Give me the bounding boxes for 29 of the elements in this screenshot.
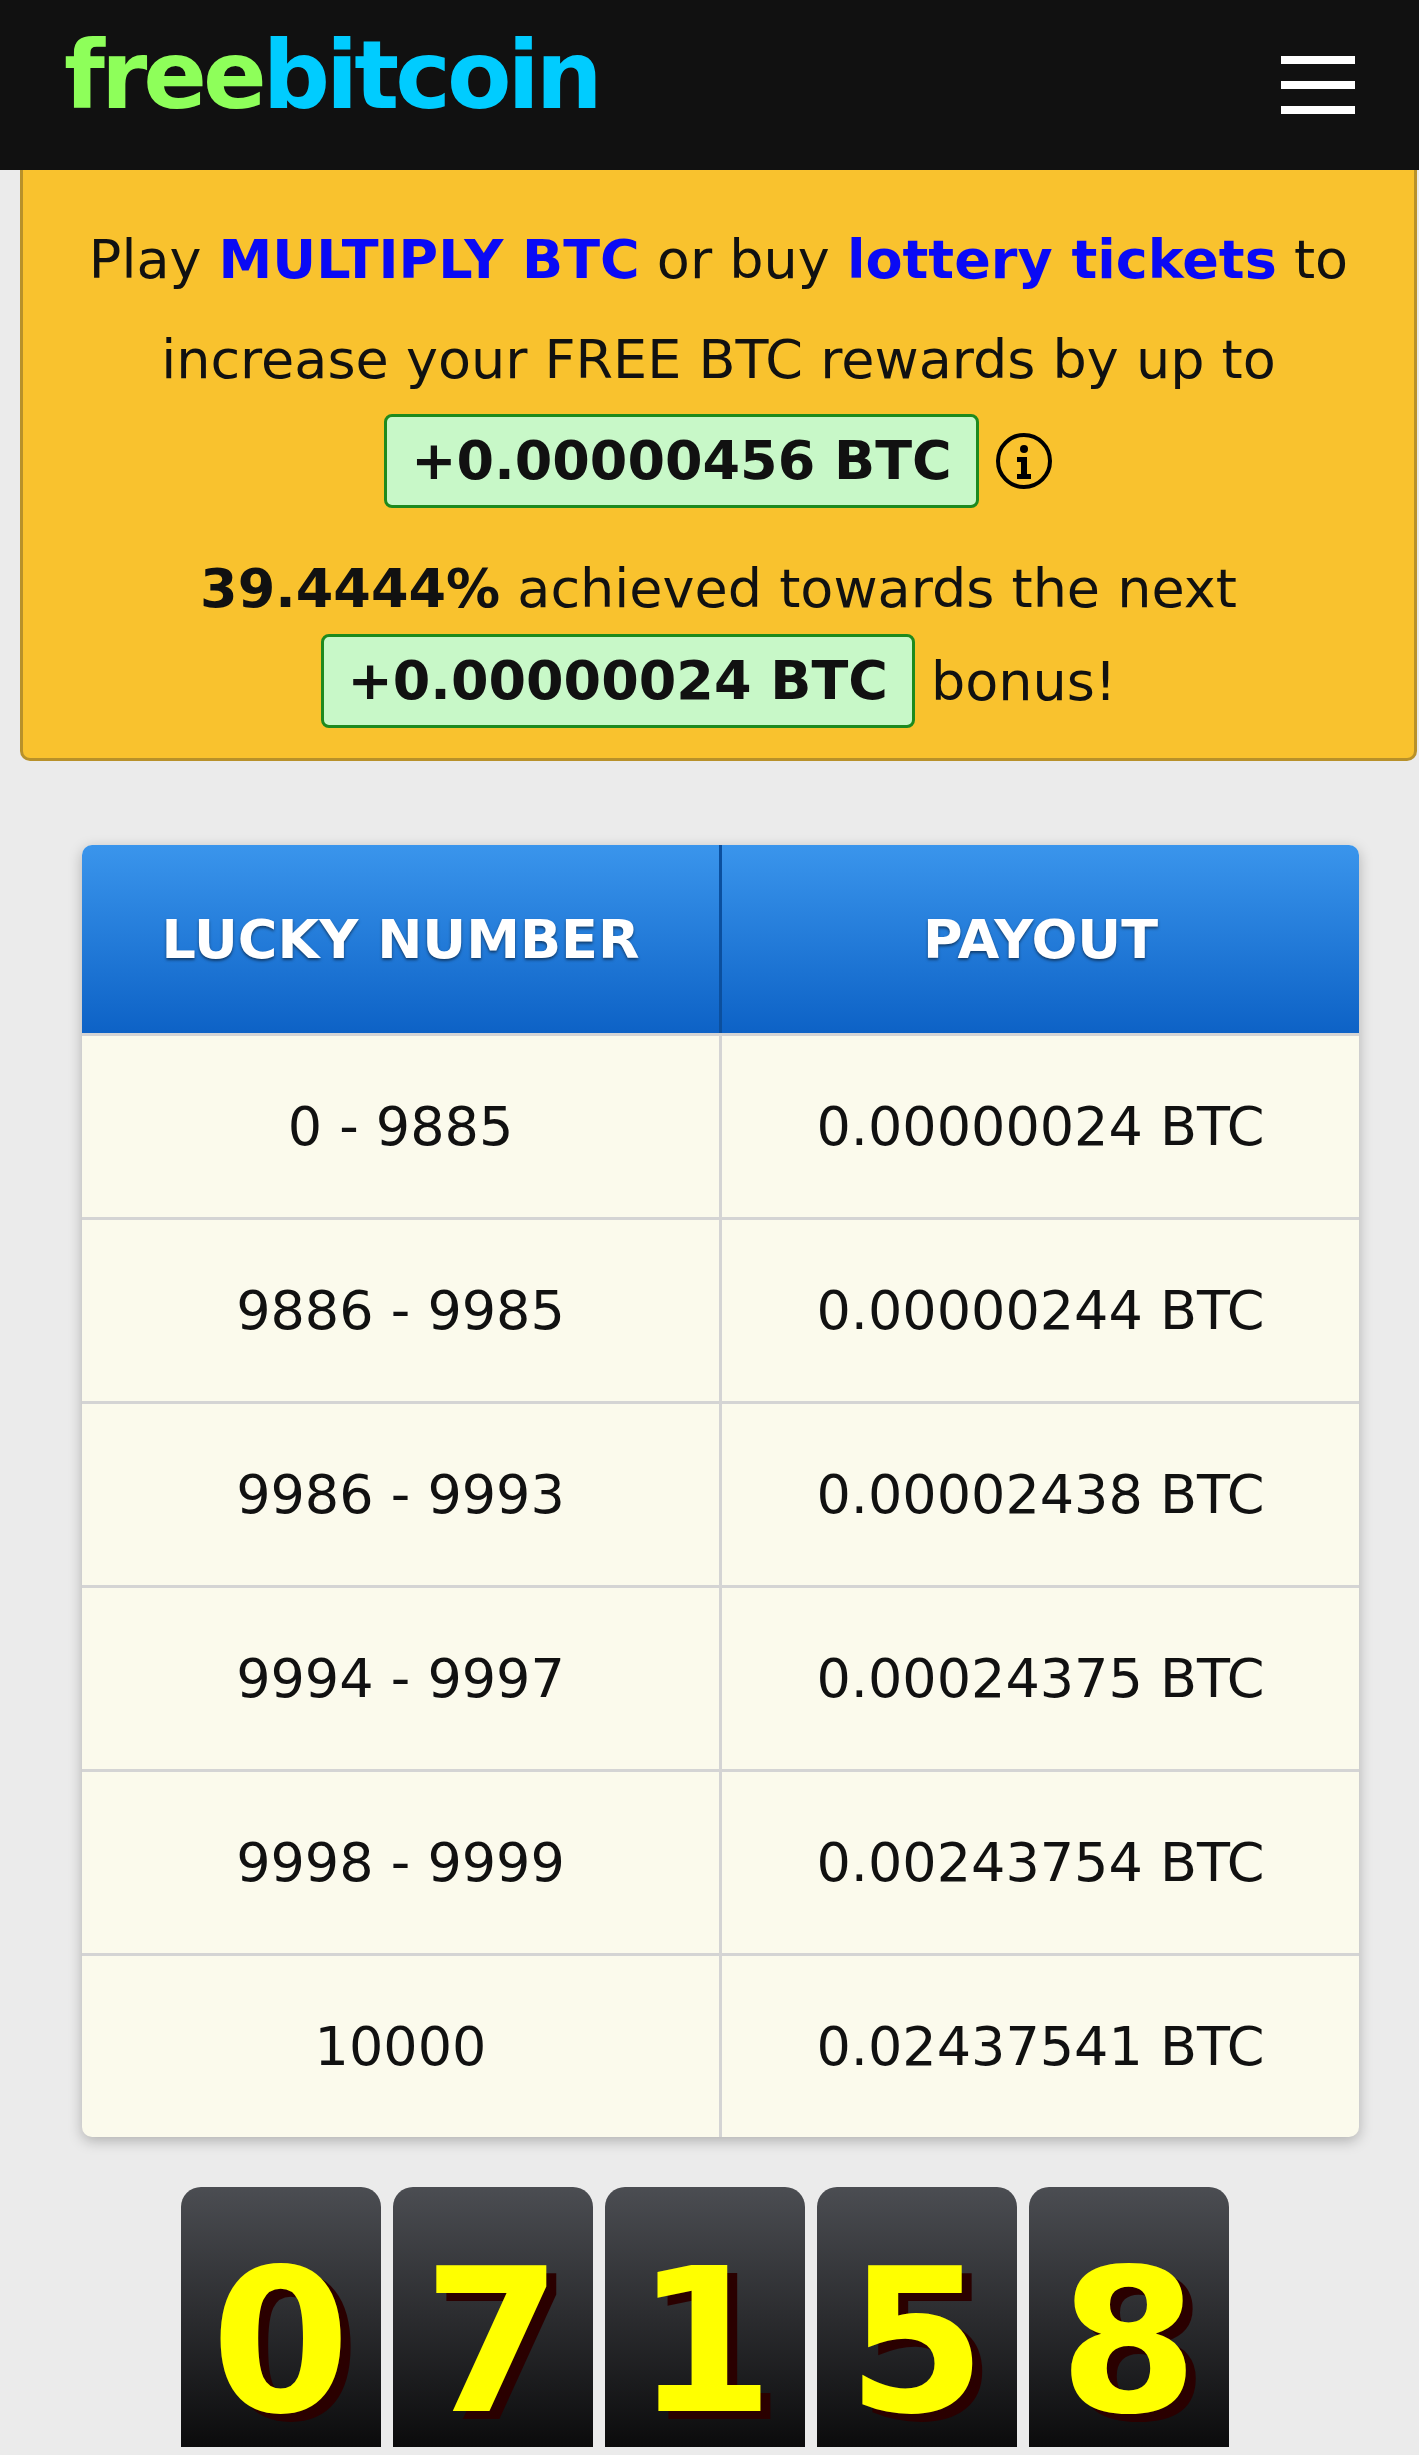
max-bonus-amount: +0.00000456 BTC (384, 414, 979, 508)
roll-digit: 1 (604, 2187, 805, 2447)
roll-digit: 7 (392, 2187, 593, 2447)
table-cell: 0.00024375 BTC (719, 1588, 1359, 1769)
table-cell-text: 9994 - 9997 (235, 1646, 566, 1712)
table-cell: 0.00002438 BTC (719, 1404, 1359, 1585)
roll-digit: 0 (180, 2187, 381, 2447)
table-cell: 0.00000024 BTC (719, 1036, 1359, 1217)
table-cell: 0.02437541 BTC (719, 1956, 1359, 2137)
menu-icon[interactable] (1281, 56, 1355, 114)
logo[interactable]: freebitcoin (64, 29, 599, 123)
table-cell: 0.00000244 BTC (719, 1220, 1359, 1401)
table-cell-text: 9998 - 9999 (235, 1830, 566, 1896)
progress-text: 39.4444% achieved towards the next (199, 556, 1238, 622)
table-cell-text: 9886 - 9985 (235, 1278, 566, 1344)
info-icon[interactable] (994, 432, 1053, 490)
column-header: PAYOUT (719, 845, 1359, 1033)
table-cell-text: 0 - 9885 (286, 1094, 515, 1160)
next-bonus-amount: +0.00000024 BTC (320, 634, 915, 728)
roll-digit: 8 (1028, 2187, 1229, 2447)
column-header: LUCKY NUMBER (160, 906, 641, 973)
table-cell-text: 10000 (313, 2014, 488, 2080)
table-cell: 0.00243754 BTC (719, 1772, 1359, 1953)
lottery-link[interactable]: lottery tickets (846, 228, 1277, 291)
table-cell-text: 9986 - 9993 (235, 1462, 566, 1528)
roll-digit: 5 (816, 2187, 1017, 2447)
promo-text: Play MULTIPLY BTC or buy lottery tickets to increase your FREE BTC rewards by up to (87, 227, 1350, 393)
bonus-label: bonus! (930, 649, 1117, 713)
multiply-link[interactable]: MULTIPLY BTC (218, 228, 640, 291)
